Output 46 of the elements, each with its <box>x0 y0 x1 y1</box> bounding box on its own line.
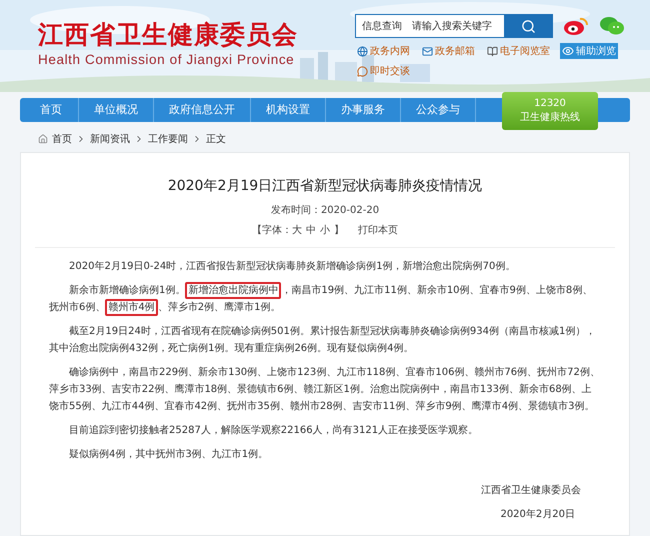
article-paragraph: 目前追踪到密切接触者25287人，解除医学观察22166人，尚有3121人正在接受医学观察。 <box>68 424 480 438</box>
nav-item[interactable]: 办事服务 <box>326 98 401 122</box>
breadcrumb-link[interactable]: 首页 <box>52 132 72 146</box>
chat-icon <box>357 66 368 76</box>
article-paragraph: 新余市新增确诊病例1例。 新增治愈出院病例中 ，南昌市19例、九江市11例、新余市10例、宜春市9例、上饶市8例、抚州市6例、 赣州市4例 、萍乡市2例、鹰潭市1例。 <box>49 282 601 316</box>
nav-item[interactable]: 单位概况 <box>79 98 154 122</box>
publish-date: 发布时间：2020-02-20 <box>270 204 380 217</box>
signature: 江西省卫生健康委员会 <box>480 484 582 497</box>
breadcrumb-link[interactable]: 工作要闻 <box>148 132 188 146</box>
breadcrumb-link[interactable]: 新闻资讯 <box>90 132 130 146</box>
font-size-link[interactable]: 大 <box>292 225 302 236</box>
accessibility-button[interactable]: 辅助浏览 <box>560 43 618 59</box>
article-paragraph: 疑似病例4例，其中抚州市3例、九江市1例。 <box>68 448 270 462</box>
article-paragraph: 2020年2月19日0-24时，江西省报告新型冠状病毒肺炎新增确诊病例1例，新增治愈出院病例70例。 <box>68 260 516 274</box>
article-paragraph: 确诊病例中，南昌市229例、新余市130例、上饶市123例、九江市118例、宜春市106例、赣州市76例、抚州市72例、萍乡市33例、吉安市22例、鹰潭市18例、景德镇市6例、赣江新区1例。治愈出院病例中，南昌市133例、新余市68例、上饶市55例、九江市44例、宜春市42例、抚州市35例、赣州市28例、吉安市11例、萍乡市9例、鹰潭市4例、景德镇市3例。 <box>49 366 601 414</box>
eye-icon <box>562 45 574 57</box>
search-icon <box>520 18 536 34</box>
font-size-label: 【字体： <box>252 225 292 236</box>
header-link[interactable]: 电子阅览室 <box>485 43 552 59</box>
mail-icon <box>422 46 433 56</box>
nav-item[interactable]: 首页 <box>20 98 79 122</box>
print-link[interactable]: 打印本页 <box>358 223 398 237</box>
header-link[interactable]: 即时交谈 <box>355 63 412 79</box>
highlight-box: 赣州市4例 <box>105 299 158 316</box>
hotline-button[interactable]: 12320 卫生健康热线 <box>502 92 598 130</box>
site-title: 江西省卫生健康委员会 <box>38 20 298 50</box>
book-icon <box>487 46 498 56</box>
highlight-box: 新增治愈出院病例中 <box>185 282 282 299</box>
signature-date: 2020年2月20日 <box>499 508 576 521</box>
font-size-link[interactable]: 小 <box>320 225 330 236</box>
globe-icon <box>357 46 368 56</box>
header-link[interactable]: 政务邮箱 <box>420 43 477 59</box>
search-button[interactable] <box>504 14 552 38</box>
site-subtitle: Health Commission of Jiangxi Province <box>38 52 296 67</box>
nav-item[interactable]: 政府信息公开 <box>154 98 251 122</box>
search-label: 信息查询 <box>361 20 403 33</box>
article-title: 2020年2月19日江西省新型冠状病毒肺炎疫情情况 <box>166 177 484 195</box>
breadcrumb-link[interactable]: 正文 <box>206 132 226 146</box>
weibo-icon[interactable] <box>563 16 589 36</box>
home-icon <box>38 134 48 144</box>
article-paragraph: 截至2月19日24时，江西省现有在院确诊病例501例。累计报告新型冠状病毒肺炎确诊病例934例（南昌市核减1例），其中治愈出院病例432例，死亡病例1例。现有重症病例26例。现有疑似病例4例。 <box>49 324 596 356</box>
bracket-text: 】 <box>334 225 344 236</box>
header-link[interactable]: 政务内网 <box>355 43 412 59</box>
font-size-link[interactable]: 中 <box>306 225 316 236</box>
nav-item[interactable]: 机构设置 <box>251 98 326 122</box>
nav-item[interactable]: 公众参与 <box>401 98 476 122</box>
